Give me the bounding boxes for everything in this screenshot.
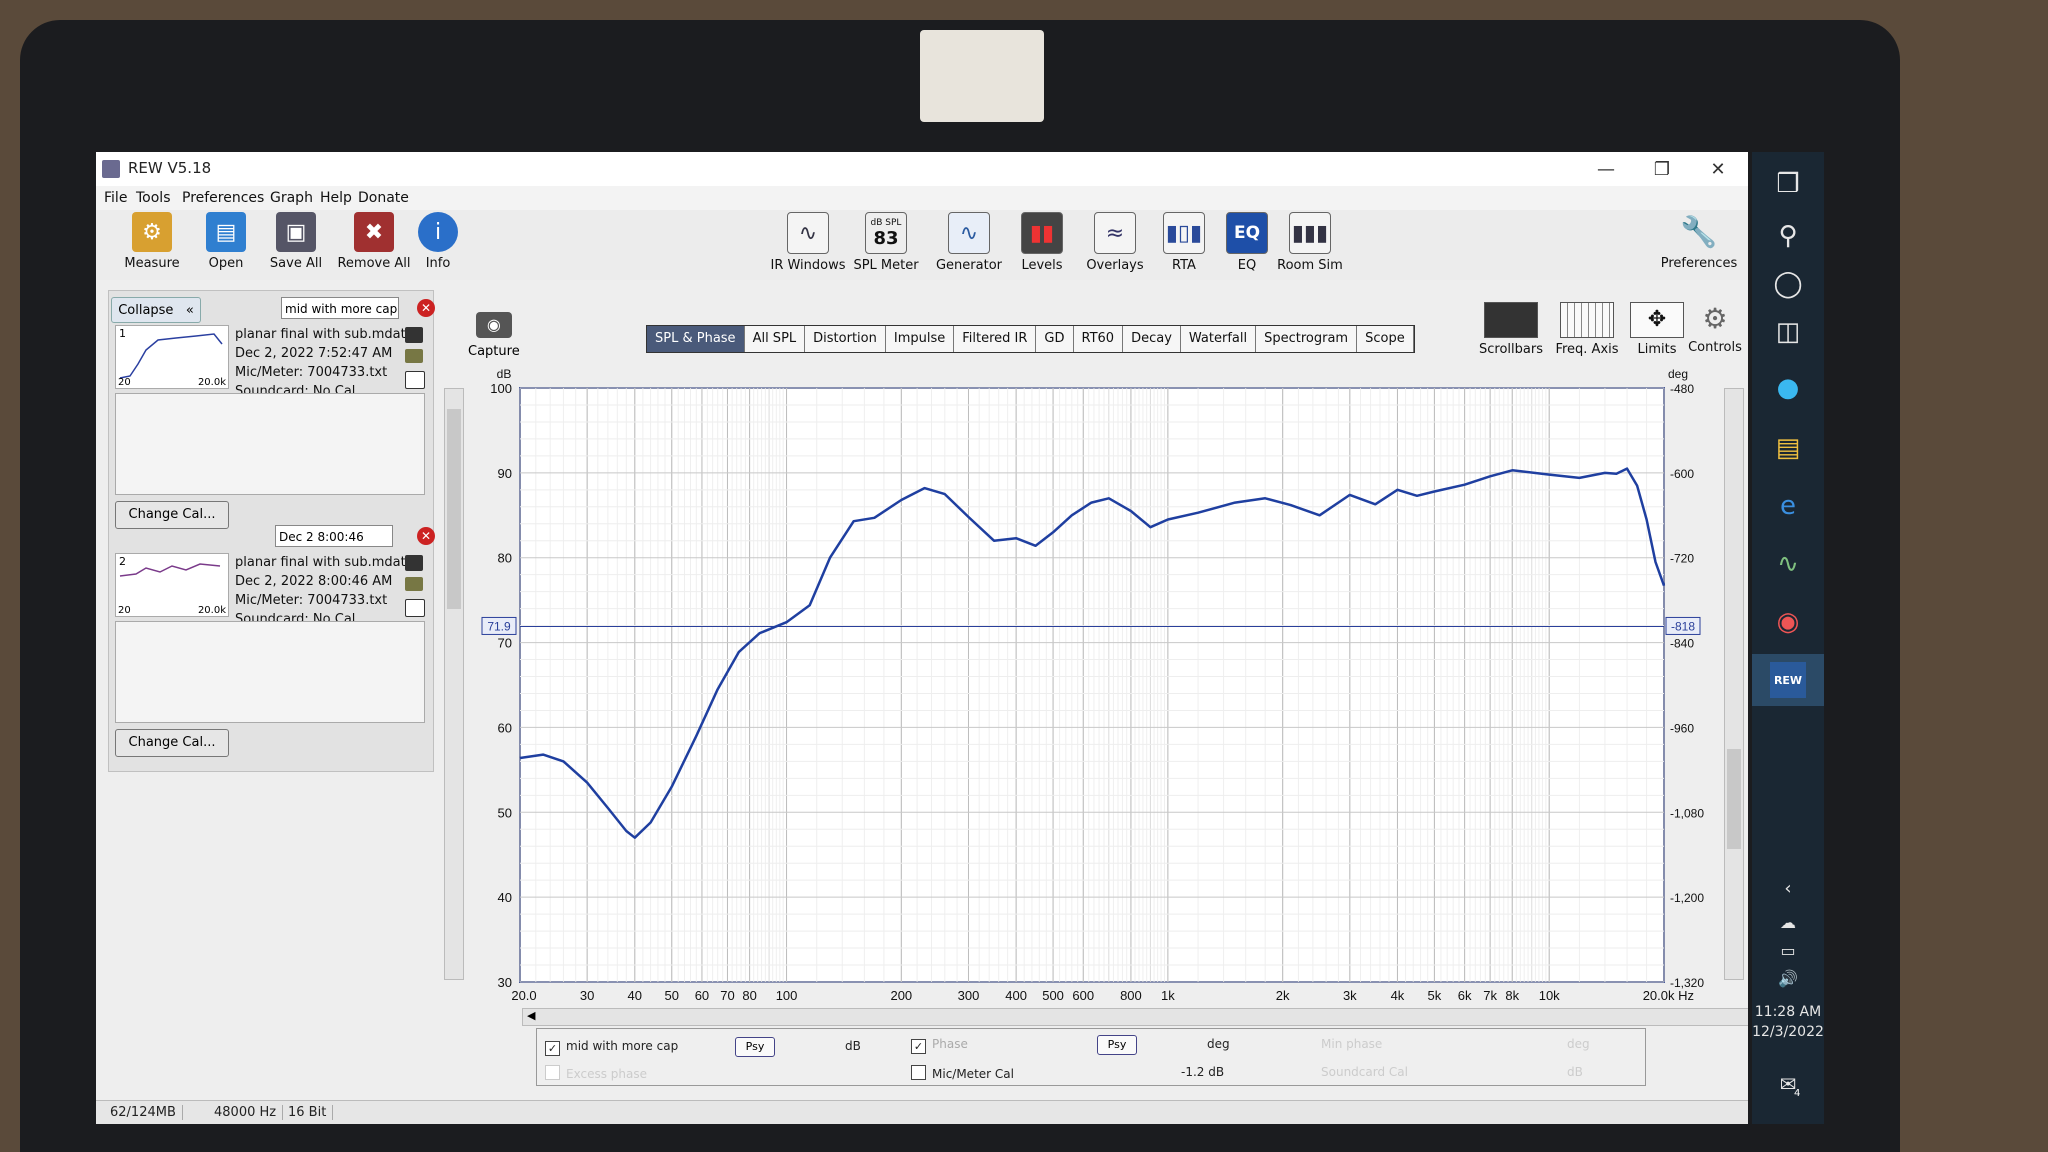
y-tick-label: 80	[498, 551, 512, 566]
checkbox-icon[interactable]: ✓	[545, 1041, 560, 1056]
psy-button[interactable]: Psy	[735, 1037, 775, 1057]
legend-mic-cal[interactable]: Mic/Meter Cal	[911, 1065, 1014, 1081]
legend-measurement[interactable]: ✓ mid with more cap	[545, 1039, 678, 1056]
x-tick-label: 8k	[1505, 988, 1519, 1003]
tray-date[interactable]: 12/3/2022	[1752, 1024, 1824, 1040]
right-tick-label: -480	[1670, 382, 1694, 396]
right-tick-label: -1,080	[1670, 806, 1704, 820]
x-tick-label: 600	[1072, 988, 1094, 1003]
right-axis-unit: deg	[1668, 367, 1688, 381]
x-tick-label: 1k	[1161, 988, 1175, 1003]
legend-measurement-name: mid with more cap	[566, 1039, 679, 1053]
windows-start-icon[interactable]: ❒	[1770, 166, 1806, 202]
psy-phase-button[interactable]: Psy	[1097, 1035, 1137, 1055]
tray-time[interactable]: 11:28 AM	[1752, 1004, 1824, 1020]
scroll-left-icon[interactable]: ◀	[527, 1009, 535, 1022]
legend-phase-label: Phase	[932, 1037, 968, 1051]
x-tick-label: 200	[890, 988, 912, 1003]
graph-vertical-scrollbar[interactable]	[1724, 388, 1744, 980]
notification-count: 4	[1794, 1088, 1801, 1099]
plot-area	[519, 387, 1665, 983]
notification-icon[interactable]: ✉	[1770, 1066, 1806, 1102]
legend-excess-phase-label: Excess phase	[566, 1067, 647, 1081]
task-view-icon[interactable]: ◫	[1770, 314, 1806, 350]
audio-app-icon[interactable]: ∿	[1770, 546, 1806, 582]
x-tick-label: 10k	[1539, 988, 1560, 1003]
tray-chevron-icon[interactable]: ‹	[1770, 870, 1806, 906]
x-tick-label: 70	[720, 988, 734, 1003]
x-tick-label: 300	[958, 988, 980, 1003]
graph-vertical-scrollbar-thumb[interactable]	[1727, 749, 1741, 849]
graph-legend-controls: ✓ mid with more cap Psy dB ✓ Phase Psy deg…	[536, 1028, 1646, 1086]
y-tick-label: 100	[490, 381, 512, 396]
status-bit-depth: 16 Bit	[288, 1105, 334, 1120]
checkbox-icon[interactable]	[545, 1065, 560, 1080]
y-tick-label: 30	[498, 975, 512, 990]
graph-horizontal-scrollbar[interactable]: ◀ ▶	[522, 1008, 1748, 1026]
legend-soundcard-cal: Soundcard Cal	[1321, 1065, 1408, 1079]
checkbox-icon[interactable]	[911, 1065, 926, 1080]
webcam-cover	[920, 30, 1044, 122]
right-tick-label: -1,200	[1670, 891, 1704, 905]
checkbox-icon[interactable]: ✓	[911, 1039, 926, 1054]
x-tick-label: 3k	[1343, 988, 1357, 1003]
x-tick-label: 20.0	[511, 988, 536, 1003]
left-axis-unit: dB	[497, 367, 512, 381]
legend-excess-phase[interactable]: Excess phase	[545, 1065, 647, 1081]
y-tick-label: 40	[498, 890, 512, 905]
x-tick-label: 30	[580, 988, 594, 1003]
x-tick-label: 5k	[1428, 988, 1442, 1003]
windows-taskbar: ❒ ⚲ ◯ ◫ ● ▤ e ∿ ◉ REW ‹ ☁ ▭ 🔊 11:28 AM 1…	[1752, 152, 1824, 1124]
x-tick-label: 7k	[1483, 988, 1497, 1003]
legend-db2-unit: dB	[1567, 1065, 1583, 1079]
x-tick-label: 50	[665, 988, 679, 1003]
search-icon[interactable]: ⚲	[1770, 218, 1806, 254]
internet-explorer-icon[interactable]: e	[1770, 488, 1806, 524]
spl-phase-chart[interactable]: 20.0 30 40 50 60 70 80 100 200 300 400 500 600 800 1k 2…	[96, 152, 1748, 1100]
cortana-icon[interactable]: ◯	[1770, 266, 1806, 302]
y-tick-label: 60	[498, 720, 512, 735]
status-sample-rate: 48000 Hz	[214, 1105, 284, 1120]
x-tick-label: 800	[1120, 988, 1142, 1003]
right-tick-label: -960	[1670, 721, 1694, 735]
edge-icon[interactable]: ●	[1770, 370, 1806, 406]
status-bar: 62/124MB 48000 Hz 16 Bit	[96, 1100, 1748, 1124]
legend-db-unit: dB	[845, 1039, 861, 1053]
x-tick-label: 2k	[1276, 988, 1290, 1003]
y-tick-label: 90	[498, 466, 512, 481]
rew-badge: REW	[1773, 673, 1803, 687]
x-tick-label: 100	[776, 988, 798, 1003]
x-tick-label: 500	[1042, 988, 1064, 1003]
x-tick-label: 80	[742, 988, 756, 1003]
right-tick-label: -840	[1670, 637, 1694, 651]
y-tick-label: 50	[498, 805, 512, 820]
x-tick-label: 400	[1005, 988, 1027, 1003]
legend-phase[interactable]: ✓ Phase	[911, 1037, 968, 1054]
legend-mic-cal-label: Mic/Meter Cal	[932, 1067, 1014, 1081]
right-tick-label: -720	[1670, 552, 1694, 566]
x-tick-label: 4k	[1391, 988, 1405, 1003]
x-tick-label: 6k	[1458, 988, 1472, 1003]
screen: REW V5.18 — ❐ ✕ File Tools Preferences G…	[96, 152, 1748, 1124]
right-tick-label: -600	[1670, 467, 1694, 481]
legend-mic-cal-value: -1.2 dB	[1181, 1065, 1225, 1079]
status-memory: 62/124MB	[110, 1105, 183, 1120]
rew-app-icon[interactable]: REW	[1770, 662, 1806, 698]
right-tick-label: -1,320	[1670, 976, 1704, 990]
file-explorer-icon[interactable]: ▤	[1770, 430, 1806, 466]
x-tick-label: 20.0k Hz	[1643, 988, 1694, 1003]
x-tick-label: 40	[628, 988, 642, 1003]
cursor-right-value: -818	[1671, 619, 1695, 633]
chrome-icon[interactable]: ◉	[1770, 604, 1806, 640]
cursor-left-value: 71.9	[487, 619, 511, 633]
tray-volume-icon[interactable]: 🔊	[1770, 960, 1806, 996]
legend-deg-unit: deg	[1207, 1037, 1230, 1051]
legend-deg2-unit: deg	[1567, 1037, 1590, 1051]
y-tick-label: 70	[498, 636, 512, 651]
legend-min-phase: Min phase	[1321, 1037, 1383, 1051]
x-tick-label: 60	[695, 988, 709, 1003]
